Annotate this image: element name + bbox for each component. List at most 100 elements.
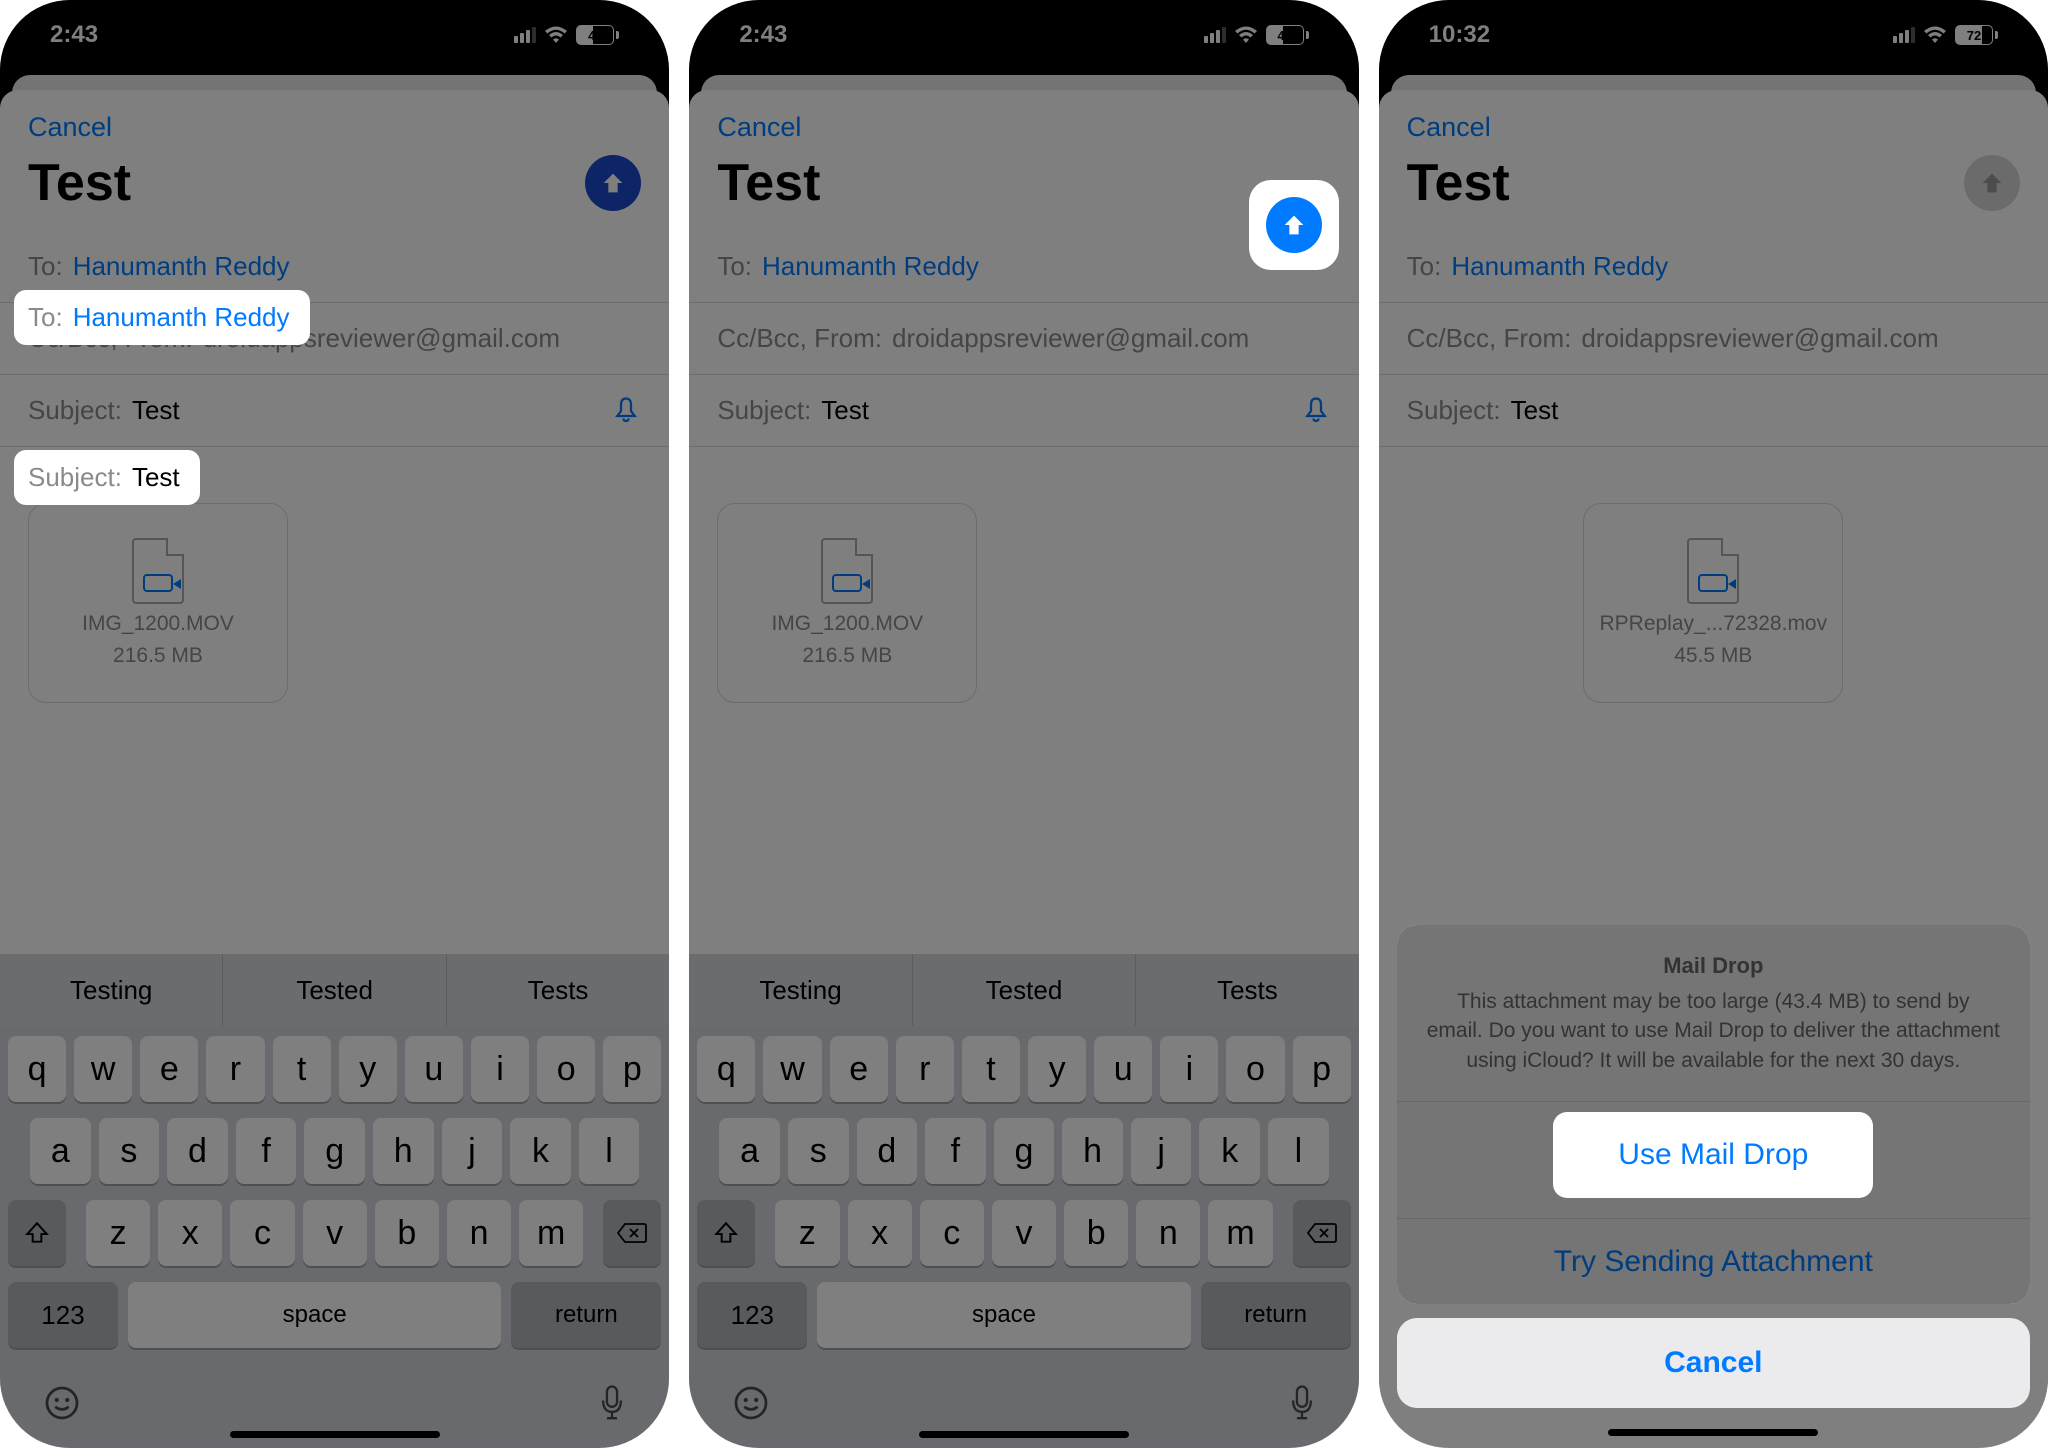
shift-key[interactable] [697,1200,755,1266]
key-j[interactable]: j [1131,1118,1192,1184]
key-f[interactable]: f [236,1118,297,1184]
key-s[interactable]: s [99,1118,160,1184]
key-u[interactable]: u [1094,1036,1152,1102]
key-y[interactable]: y [339,1036,397,1102]
key-h[interactable]: h [373,1118,434,1184]
key-g[interactable]: g [994,1118,1055,1184]
key-r[interactable]: r [896,1036,954,1102]
space-key[interactable]: space [817,1282,1190,1348]
key-x[interactable]: x [158,1200,222,1266]
key-q[interactable]: q [697,1036,755,1102]
key-z[interactable]: z [775,1200,839,1266]
key-w[interactable]: w [74,1036,132,1102]
space-key[interactable]: space [128,1282,501,1348]
action-card: Mail Drop This attachment may be too lar… [1397,925,2030,1304]
key-o[interactable]: o [537,1036,595,1102]
key-u[interactable]: u [405,1036,463,1102]
phone-screenshot-3: 10:32 72 Cancel Test To: Hanumanth Reddy… [1379,0,2048,1448]
key-a[interactable]: a [719,1118,780,1184]
key-c[interactable]: c [920,1200,984,1266]
key-p[interactable]: p [1293,1036,1351,1102]
status-time: 2:43 [739,21,787,49]
key-m[interactable]: m [1208,1200,1272,1266]
emoji-key[interactable] [44,1385,80,1421]
suggestion[interactable]: Tested [222,954,445,1026]
use-maildrop-button[interactable]: Use Mail Drop [1553,1112,1873,1198]
key-d[interactable]: d [857,1118,918,1184]
suggestion[interactable]: Tested [912,954,1135,1026]
key-d[interactable]: d [167,1118,228,1184]
highlight-to-field: To: Hanumanth Reddy [14,290,310,345]
signal-icon [514,27,536,43]
ccbcc-field[interactable]: Cc/Bcc, From: droidappsreviewer@gmail.co… [689,303,1358,375]
key-w[interactable]: w [763,1036,821,1102]
key-c[interactable]: c [230,1200,294,1266]
key-j[interactable]: j [442,1118,503,1184]
key-l[interactable]: l [579,1118,640,1184]
action-cancel-button[interactable]: Cancel [1397,1318,2030,1408]
attachment-card[interactable]: IMG_1200.MOV 216.5 MB [28,503,288,703]
cancel-button[interactable]: Cancel [717,112,801,143]
key-i[interactable]: i [471,1036,529,1102]
battery-icon: 43 [576,25,619,45]
key-q[interactable]: q [8,1036,66,1102]
key-g[interactable]: g [304,1118,365,1184]
key-x[interactable]: x [848,1200,912,1266]
key-y[interactable]: y [1028,1036,1086,1102]
key-m[interactable]: m [519,1200,583,1266]
file-icon [821,538,873,604]
key-k[interactable]: k [510,1118,571,1184]
key-s[interactable]: s [788,1118,849,1184]
home-indicator[interactable] [919,1431,1129,1438]
home-indicator[interactable] [230,1431,440,1438]
subject-field[interactable]: Subject: Test [0,375,669,447]
keyboard: Testing Tested Tests q w e r t y u i o p… [689,954,1358,1448]
key-v[interactable]: v [303,1200,367,1266]
return-key[interactable]: return [1201,1282,1351,1348]
file-icon [132,538,184,604]
emoji-key[interactable] [733,1385,769,1421]
suggestion[interactable]: Testing [0,954,222,1026]
key-i[interactable]: i [1160,1036,1218,1102]
numbers-key[interactable]: 123 [697,1282,807,1348]
bell-icon[interactable] [1301,396,1331,426]
suggestion[interactable]: Testing [689,954,911,1026]
numbers-key[interactable]: 123 [8,1282,118,1348]
dictation-key[interactable] [1289,1384,1315,1422]
send-button[interactable] [1266,197,1322,253]
attachment-card[interactable]: IMG_1200.MOV 216.5 MB [717,503,977,703]
bell-icon[interactable] [611,396,641,426]
shift-key[interactable] [8,1200,66,1266]
try-send-button[interactable]: Try Sending Attachment [1397,1218,2030,1304]
key-h[interactable]: h [1062,1118,1123,1184]
return-key[interactable]: return [511,1282,661,1348]
key-f[interactable]: f [925,1118,986,1184]
dictation-key[interactable] [599,1384,625,1422]
key-t[interactable]: t [273,1036,331,1102]
highlight-subject-field: Subject: Test [14,450,200,505]
subject-field[interactable]: Subject: Test [689,375,1358,447]
key-k[interactable]: k [1199,1118,1260,1184]
key-e[interactable]: e [140,1036,198,1102]
delete-key[interactable] [1293,1200,1351,1266]
key-l[interactable]: l [1268,1118,1329,1184]
suggestion[interactable]: Tests [1135,954,1358,1026]
key-e[interactable]: e [830,1036,888,1102]
key-n[interactable]: n [1136,1200,1200,1266]
send-button[interactable] [585,155,641,211]
key-b[interactable]: b [375,1200,439,1266]
cancel-button[interactable]: Cancel [28,112,112,143]
delete-key[interactable] [603,1200,661,1266]
key-n[interactable]: n [447,1200,511,1266]
key-t[interactable]: t [962,1036,1020,1102]
key-p[interactable]: p [603,1036,661,1102]
key-z[interactable]: z [86,1200,150,1266]
key-r[interactable]: r [206,1036,264,1102]
key-o[interactable]: o [1226,1036,1284,1102]
suggestion[interactable]: Tests [446,954,669,1026]
key-a[interactable]: a [30,1118,91,1184]
home-indicator[interactable] [1608,1429,1818,1436]
battery-icon: 43 [1266,25,1309,45]
key-b[interactable]: b [1064,1200,1128,1266]
key-v[interactable]: v [992,1200,1056,1266]
